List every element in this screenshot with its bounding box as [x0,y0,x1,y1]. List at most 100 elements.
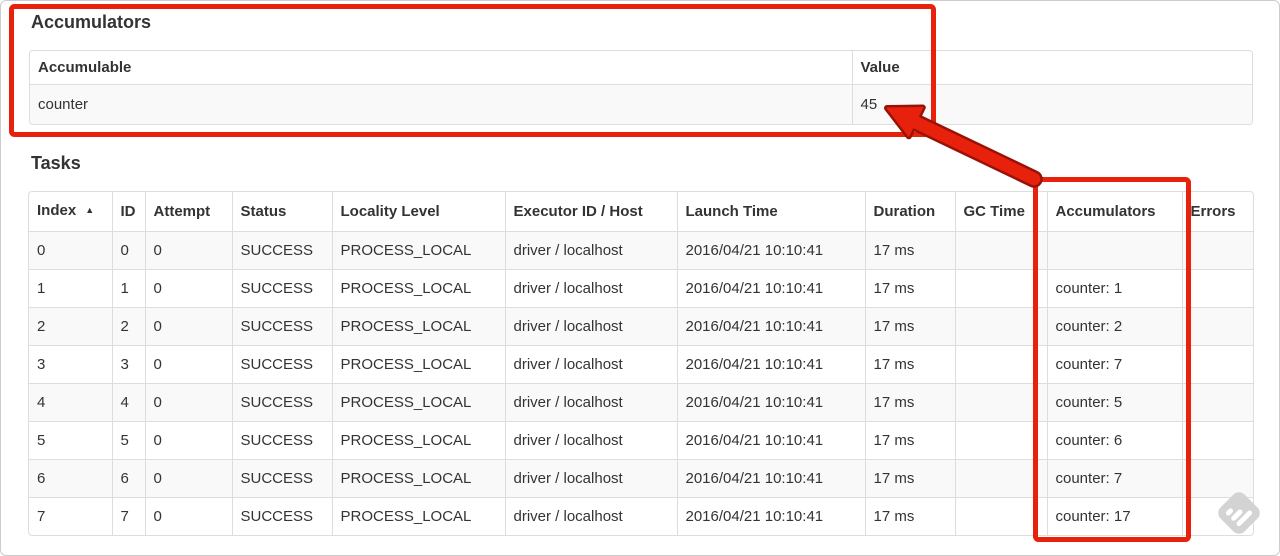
task-cell-status: SUCCESS [232,459,333,498]
task-cell-index: 2 [29,307,113,346]
screenshot-frame: Accumulators Accumulable Value counter 4… [0,0,1280,556]
task-cell-accumulators: counter: 1 [1047,269,1183,308]
column-header-locality-level[interactable]: Locality Level [332,192,506,232]
task-row: 4 4 0 SUCCESS PROCESS_LOCAL driver / localhos… [29,383,1253,422]
task-cell-duration: 17 ms [865,345,956,384]
task-cell-accumulators [1047,231,1183,270]
task-row: 5 5 0 SUCCESS PROCESS_LOCAL driver / localhos… [29,421,1253,460]
task-cell-index: 1 [29,269,113,308]
task-row: 6 6 0 SUCCESS PROCESS_LOCAL driver / localhos… [29,459,1253,498]
column-header-attempt[interactable]: Attempt [145,192,233,232]
task-cell-executor-id-host: driver / localhost [505,383,678,422]
task-cell-id: 0 [112,231,146,270]
task-cell-launch-time: 2016/04/21 10:10:41 [677,307,866,346]
task-cell-id: 7 [112,497,146,535]
task-cell-accumulators: counter: 17 [1047,497,1183,535]
task-cell-errors [1182,269,1253,308]
tasks-section-title: Tasks [31,153,81,173]
task-cell-locality-level: PROCESS_LOCAL [332,383,506,422]
task-cell-id: 5 [112,421,146,460]
task-row: 1 1 0 SUCCESS PROCESS_LOCAL driver / localhos… [29,269,1253,308]
column-header-gc-time[interactable]: GC Time [955,192,1048,232]
column-header-accumulable[interactable]: Accumulable [30,51,853,85]
sort-ascending-icon: ▲ [85,205,95,215]
task-cell-duration: 17 ms [865,383,956,422]
task-cell-accumulators: counter: 7 [1047,459,1183,498]
task-cell-launch-time: 2016/04/21 10:10:41 [677,459,866,498]
task-cell-attempt: 0 [145,459,233,498]
task-cell-id: 3 [112,345,146,384]
task-cell-locality-level: PROCESS_LOCAL [332,231,506,270]
task-cell-status: SUCCESS [232,231,333,270]
task-cell-status: SUCCESS [232,269,333,308]
task-cell-launch-time: 2016/04/21 10:10:41 [677,383,866,422]
task-cell-status: SUCCESS [232,497,333,535]
column-header-errors[interactable]: Errors [1182,192,1253,232]
tasks-table-body: 0 0 0 SUCCESS PROCESS_LOCAL driver / localhos… [29,231,1253,536]
task-cell-launch-time: 2016/04/21 10:10:41 [677,421,866,460]
task-cell-gc-time [955,269,1048,308]
task-cell-duration: 17 ms [865,231,956,270]
task-cell-errors [1182,307,1253,346]
task-cell-index: 5 [29,421,113,460]
task-cell-launch-time: 2016/04/21 10:10:41 [677,269,866,308]
task-cell-locality-level: PROCESS_LOCAL [332,421,506,460]
task-cell-duration: 17 ms [865,307,956,346]
task-cell-gc-time [955,459,1048,498]
task-cell-executor-id-host: driver / localhost [505,421,678,460]
task-cell-index: 6 [29,459,113,498]
task-cell-attempt: 0 [145,345,233,384]
task-cell-executor-id-host: driver / localhost [505,497,678,535]
column-header-index[interactable]: Index ▲ [29,192,113,232]
task-cell-attempt: 0 [145,383,233,422]
task-cell-locality-level: PROCESS_LOCAL [332,307,506,346]
task-cell-errors [1182,498,1253,536]
task-cell-locality-level: PROCESS_LOCAL [332,269,506,308]
task-cell-gc-time [955,307,1048,346]
task-cell-errors [1182,459,1253,498]
task-cell-accumulators: counter: 6 [1047,421,1183,460]
task-cell-executor-id-host: driver / localhost [505,269,678,308]
task-cell-status: SUCCESS [232,383,333,422]
task-cell-index: 0 [29,231,113,270]
column-header-status[interactable]: Status [232,192,333,232]
column-header-id[interactable]: ID [112,192,146,232]
column-header-accumulators[interactable]: Accumulators [1047,192,1183,232]
task-cell-gc-time [955,383,1048,422]
tasks-header-row: Index ▲ ID Attempt Status Locality Level … [29,192,1253,232]
task-cell-status: SUCCESS [232,421,333,460]
task-cell-attempt: 0 [145,269,233,308]
accumulables-table: Accumulable Value counter 45 [29,50,1253,125]
task-cell-duration: 17 ms [865,269,956,308]
task-cell-locality-level: PROCESS_LOCAL [332,345,506,384]
task-cell-errors [1182,231,1253,270]
accumulable-value-cell: 45 [860,96,878,113]
task-cell-status: SUCCESS [232,345,333,384]
task-cell-index: 3 [29,345,113,384]
task-cell-errors [1182,345,1253,384]
task-cell-gc-time [955,497,1048,535]
task-row: 0 0 0 SUCCESS PROCESS_LOCAL driver / localhos… [29,231,1253,270]
task-row: 7 7 0 SUCCESS PROCESS_LOCAL driver / localhos… [29,497,1253,536]
task-cell-executor-id-host: driver / localhost [505,459,678,498]
task-cell-errors [1182,421,1253,460]
task-cell-attempt: 0 [145,421,233,460]
task-cell-gc-time [955,231,1048,270]
column-header-launch-time[interactable]: Launch Time [677,192,866,232]
column-header-value[interactable]: Value [852,51,1252,85]
task-cell-duration: 17 ms [865,497,956,535]
task-cell-executor-id-host: driver / localhost [505,231,678,270]
column-header-duration[interactable]: Duration [865,192,956,232]
task-cell-launch-time: 2016/04/21 10:10:41 [677,345,866,384]
task-cell-attempt: 0 [145,231,233,270]
column-header-executor-id-host[interactable]: Executor ID / Host [505,192,678,232]
task-cell-index: 4 [29,383,113,422]
accumulable-name-cell: counter [30,84,853,124]
task-cell-locality-level: PROCESS_LOCAL [332,497,506,535]
accumulables-header-row: Accumulable Value [30,51,1252,85]
task-row: 2 2 0 SUCCESS PROCESS_LOCAL driver / localhos… [29,307,1253,346]
task-cell-executor-id-host: driver / localhost [505,345,678,384]
task-cell-gc-time [955,421,1048,460]
task-cell-id: 2 [112,307,146,346]
task-cell-launch-time: 2016/04/21 10:10:41 [677,497,866,535]
